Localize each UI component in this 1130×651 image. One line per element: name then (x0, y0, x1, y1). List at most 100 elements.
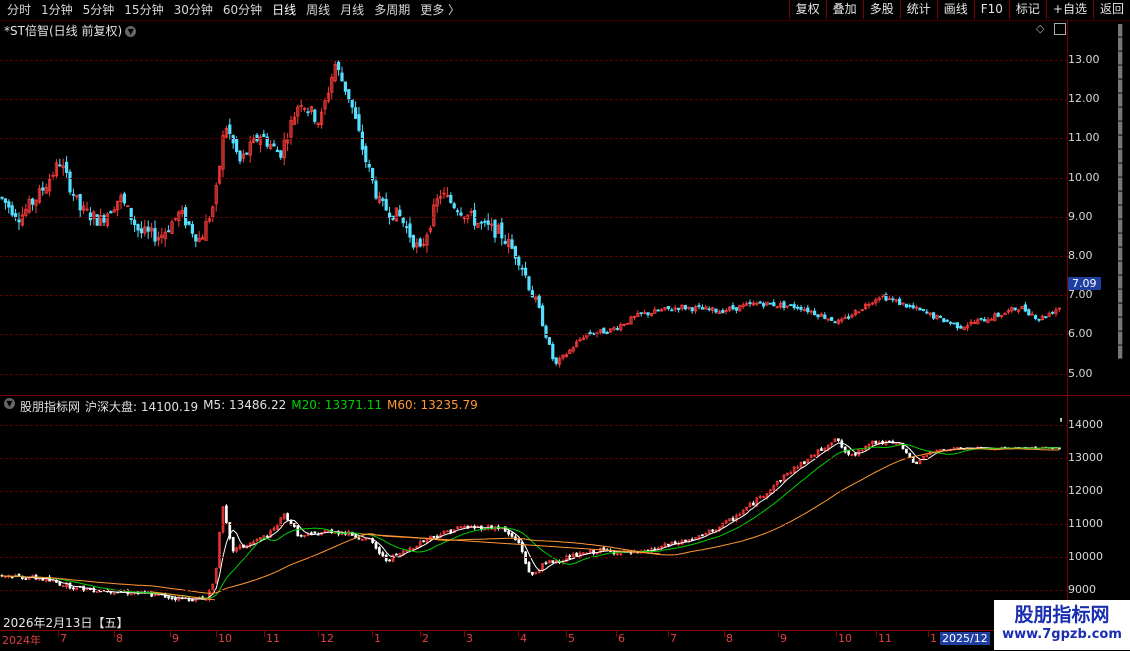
month-label: 2 (422, 632, 429, 645)
index-bar-body (225, 505, 228, 524)
candle-body (646, 312, 650, 316)
candle-body (938, 316, 943, 318)
candle-body (350, 98, 354, 108)
toolbar-button-8[interactable]: 返回 (1092, 0, 1130, 19)
index-bar-body (510, 532, 514, 537)
toolbar-button-5[interactable]: F10 (973, 0, 1009, 19)
tab-period-6[interactable]: 日线 (267, 0, 301, 20)
candle-body (551, 343, 555, 360)
candle-body (666, 306, 671, 310)
candle-body (833, 321, 837, 324)
tab-period-5[interactable]: 60分钟 (218, 0, 267, 20)
candle-body (153, 228, 157, 242)
candle-body (541, 305, 545, 327)
candle-body (983, 319, 987, 322)
price-axis-label: 7.00 (1068, 288, 1093, 302)
m5-value: M5: 13486.22 (203, 398, 287, 412)
index-bar-body (888, 440, 891, 443)
watermark: 股朋指标网 www.7gpzb.com (994, 600, 1130, 650)
candle-body (418, 238, 422, 247)
candle-body (792, 304, 796, 309)
candle-body (554, 357, 558, 364)
month-label: 8 (726, 632, 733, 645)
tab-period-7[interactable]: 周线 (301, 0, 335, 20)
index-axis-gridline (0, 524, 1068, 525)
month-label: 4 (520, 632, 527, 645)
candle-body (343, 81, 348, 92)
candle-body (3, 198, 7, 203)
tab-period-4[interactable]: 30分钟 (169, 0, 218, 20)
candle-body (384, 199, 388, 211)
tab-period-10[interactable]: 更多 〉 (415, 0, 465, 20)
candle-body (452, 203, 456, 209)
index-bar-body (174, 597, 177, 600)
candle-body (262, 133, 266, 138)
tab-period-8[interactable]: 月线 (335, 0, 369, 20)
price-axis-gridline (0, 373, 1068, 375)
trend-line (359, 533, 661, 555)
tab-period-1[interactable]: 1分钟 (36, 0, 78, 20)
toolbar-button-7[interactable]: +自选 (1045, 0, 1093, 19)
tab-period-9[interactable]: 多周期 (369, 0, 415, 20)
candle-body (190, 224, 194, 234)
toolbar-button-0[interactable]: 复权 (788, 0, 826, 19)
month-label: 12 (320, 632, 334, 645)
index-axis-gridline (0, 491, 1068, 492)
chevron-down-icon[interactable]: ▼ (4, 398, 15, 409)
candle-body (697, 305, 701, 308)
toolbar-button-1[interactable]: 叠加 (825, 0, 863, 19)
index-bar-body (731, 517, 735, 521)
m60-line (1, 448, 1060, 594)
month-tick (58, 631, 59, 637)
index-bar-body (711, 529, 714, 532)
toolbar-button-4[interactable]: 画线 (936, 0, 974, 19)
month-tick (264, 631, 265, 637)
month-label: 6 (618, 632, 625, 645)
candle-body (758, 301, 762, 304)
price-axis-label: 13.00 (1068, 53, 1100, 66)
candle-body (71, 193, 75, 196)
price-axis-gridline (0, 177, 1068, 179)
candle-body (234, 138, 239, 152)
candle-body (734, 307, 739, 311)
candle-body (813, 310, 817, 316)
candle-body (898, 298, 902, 306)
candle-body (670, 309, 674, 312)
candle-body (353, 107, 358, 119)
tab-period-2[interactable]: 5分钟 (78, 0, 120, 20)
toolbar-button-2[interactable]: 多股 (862, 0, 900, 19)
candle-body (65, 161, 69, 173)
index-axis-label: 13000 (1068, 451, 1103, 464)
month-tick (518, 631, 519, 637)
toolbar-button-3[interactable]: 统计 (899, 0, 937, 19)
month-label: 1 (930, 632, 937, 645)
month-tick (616, 631, 617, 637)
candle-body (799, 307, 803, 310)
candle-body (17, 219, 21, 223)
index-bar-body (667, 543, 670, 546)
index-axis-label: 10000 (1068, 550, 1103, 563)
price-axis-gridline (0, 256, 1068, 257)
tab-period-0[interactable]: 分时 (2, 0, 36, 20)
kline-chart[interactable] (0, 20, 1068, 395)
tab-period-3[interactable]: 15分钟 (119, 0, 168, 20)
indicator-name[interactable]: 股朋指标网 (20, 398, 80, 415)
candle-body (772, 302, 776, 307)
candle-body (1034, 315, 1038, 319)
index-bar-body (395, 553, 398, 556)
candle-body (360, 131, 365, 150)
candle-body (945, 319, 949, 322)
toolbar-button-6[interactable]: 标记 (1008, 0, 1046, 19)
candle-body (364, 145, 368, 163)
cursor-date: 2026年2月13日【五】 (3, 616, 129, 630)
candle-body (942, 318, 946, 323)
index-axis-label: 9000 (1068, 583, 1096, 596)
candle-body (690, 307, 694, 312)
candle-body (272, 143, 276, 147)
index-axis-label: 14000 (1068, 418, 1103, 431)
index-axis-label: 12000 (1068, 484, 1103, 497)
index-bar-body (58, 581, 62, 586)
candle-body (1044, 316, 1048, 319)
month-tick (876, 631, 877, 637)
index-bar-body (388, 559, 391, 562)
